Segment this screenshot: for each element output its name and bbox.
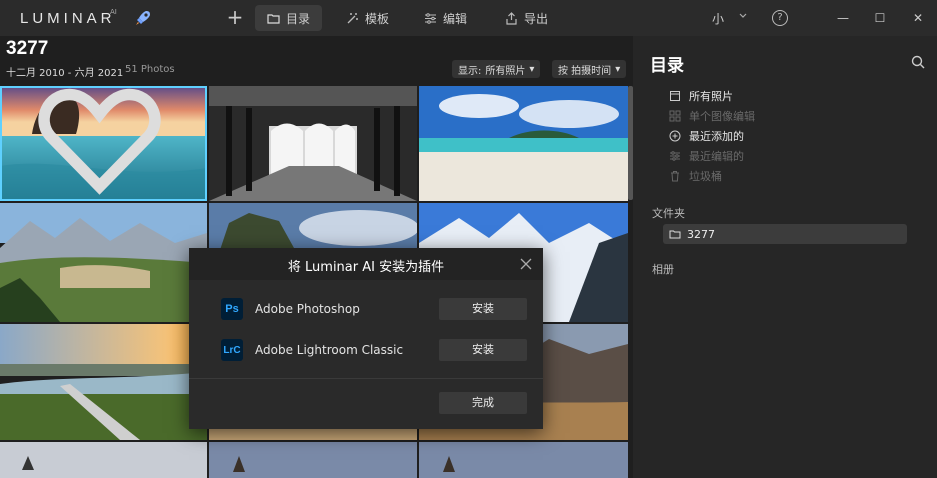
display-label: 显示: [458,65,482,77]
photo-thumbnail-beach[interactable] [419,86,628,201]
photos-icon [670,91,680,101]
tab-label: 编辑 [443,11,468,26]
close-icon[interactable] [520,258,532,270]
dialog-title: 将 Luminar AI 安装为插件 [287,260,445,275]
tab-edit[interactable]: 编辑 [424,5,467,31]
chevron-down-icon: ▾ [529,63,535,75]
dialog-divider [189,378,543,379]
install-lightroom-button[interactable]: 安装 [439,339,527,361]
app-name: Adobe Photoshop [255,302,360,316]
sidebar-item-all-photos[interactable]: 所有照片 [669,87,733,105]
sidebar-item-label: 垃圾桶 [689,170,722,183]
sidebar-item-recently-added[interactable]: 最近添加的 [669,127,744,145]
arches-image [209,86,417,201]
folder-icon [669,230,681,239]
plugin-row-photoshop: Ps Adobe Photoshop [221,298,360,320]
zoom-size-label[interactable]: 小 [712,10,724,27]
catalog-sidebar: 目录 所有照片 单个图像编辑 最近添加的 最近编辑的 垃圾桶 文件夹 3277 … [633,36,937,478]
install-photoshop-button[interactable]: 安装 [439,298,527,320]
app-version: AI [110,8,117,16]
chevron-down-icon[interactable] [738,11,748,21]
sliders-icon [670,151,680,161]
folder-item-3277[interactable]: 3277 [663,224,907,244]
search-icon[interactable] [911,55,925,69]
photo-thumbnail-alpine-valley[interactable] [0,203,207,322]
chevron-down-icon: ▾ [615,63,621,75]
photo-thumbnail-windmill-2[interactable] [209,442,417,478]
trash-icon [671,171,679,182]
help-icon[interactable]: ? [772,10,788,26]
sidebar-title: 目录 [650,56,684,76]
sidebar-item-trash[interactable]: 垃圾桶 [669,167,722,185]
photoshop-icon: Ps [221,298,243,320]
plugin-install-dialog: 将 Luminar AI 安装为插件 Ps Adobe Photoshop 安装… [189,248,543,429]
photo-thumbnail-sea-rock[interactable] [0,86,207,201]
sidebar-item-label: 最近添加的 [689,130,744,143]
title-bar: LUMINAR AI + 目录 模板 编辑 导出 小 ? — ☐ ✕ [0,0,937,36]
alpine-valley-image [0,203,207,322]
sidebar-item-label: 最近编辑的 [689,150,744,163]
photo-thumbnail-city-bridge[interactable] [0,324,207,440]
tab-label: 目录 [286,11,311,26]
photo-thumbnail-windmill-3[interactable] [419,442,628,478]
add-icon[interactable]: + [226,7,244,27]
photo-thumbnail-windmill-1[interactable] [0,442,207,478]
folders-section-label: 文件夹 [652,207,685,220]
app-logo: LUMINAR [20,10,116,27]
folder-label: 3277 [687,227,715,241]
plugin-row-lightroom: LrC Adobe Lightroom Classic [221,339,403,361]
lightroom-classic-icon: LrC [221,339,243,361]
dialog-header: 将 Luminar AI 安装为插件 [189,248,543,280]
export-icon [506,11,517,25]
rocket-icon[interactable] [134,9,152,27]
tab-label: 导出 [524,11,549,26]
heart-icon[interactable] [0,86,203,198]
album-photo-count: 51 Photos [125,64,175,75]
album-header: 3277 十二月 2010 - 六月 2021 51 Photos 显示: 所有… [0,36,630,86]
maximize-icon[interactable]: ☐ [872,10,888,26]
windmill-image [419,442,628,478]
magic-wand-icon [347,12,358,23]
grid-icon [669,110,681,122]
done-button[interactable]: 完成 [439,392,527,414]
plus-circle-icon [669,130,681,142]
photo-thumbnail-arches[interactable] [209,86,417,201]
app-name: Adobe Lightroom Classic [255,343,404,357]
sort-dropdown[interactable]: 按 拍摄时间 ▾ [552,60,627,78]
tab-label: 模板 [365,11,390,26]
display-value: 所有照片 [485,65,526,77]
albums-section-label: 相册 [652,263,674,276]
close-window-icon[interactable]: ✕ [910,10,926,26]
minimize-icon[interactable]: — [835,10,851,26]
display-filter-dropdown[interactable]: 显示: 所有照片 ▾ [452,60,541,78]
sidebar-item-single-edits[interactable]: 单个图像编辑 [669,107,755,125]
tab-templates[interactable]: 模板 [346,5,389,31]
album-date-range: 十二月 2010 - 六月 2021 [6,68,124,79]
sort-label: 按 拍摄时间 [558,65,612,77]
windmill-image [209,442,417,478]
city-bridge-image [0,324,207,440]
sidebar-item-label: 单个图像编辑 [689,110,755,123]
tab-catalog[interactable]: 目录 [255,5,323,31]
catalog-folder-icon [267,13,280,24]
beach-image [419,86,628,201]
sidebar-item-recently-edited[interactable]: 最近编辑的 [669,147,744,165]
sidebar-item-label: 所有照片 [689,90,733,103]
sliders-icon [425,12,436,24]
windmill-image [0,442,207,478]
album-title: 3277 [6,38,49,59]
tab-export[interactable]: 导出 [505,5,548,31]
